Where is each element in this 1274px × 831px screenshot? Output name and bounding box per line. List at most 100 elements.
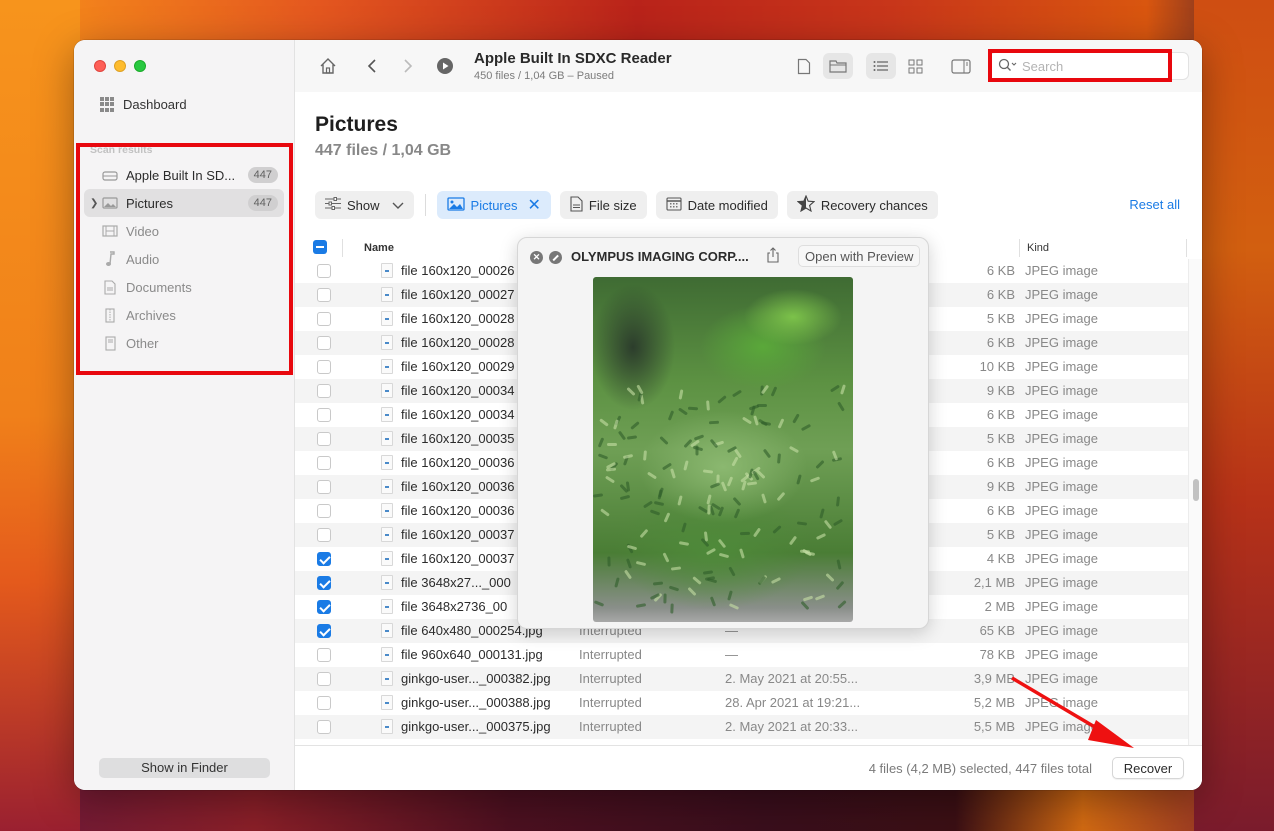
row-checkbox[interactable] — [317, 528, 331, 542]
home-icon[interactable] — [316, 54, 340, 78]
leaf-texture — [692, 445, 703, 451]
jpeg-file-icon — [381, 551, 393, 566]
row-checkbox[interactable] — [317, 288, 331, 302]
block-icon[interactable] — [549, 251, 562, 264]
leaf-texture — [753, 527, 762, 538]
folder-view-icon[interactable] — [823, 53, 853, 79]
leaf-texture — [663, 512, 671, 523]
leaf-texture — [710, 482, 721, 489]
show-label: Show — [347, 197, 380, 213]
column-header-name[interactable]: Name — [364, 242, 394, 254]
row-checkbox[interactable] — [317, 600, 331, 614]
row-checkbox[interactable] — [317, 360, 331, 374]
leaf-texture — [772, 524, 782, 534]
file-view-icon[interactable] — [789, 53, 819, 79]
show-dropdown[interactable]: Show — [315, 191, 414, 219]
list-view-icon[interactable] — [866, 53, 896, 79]
row-checkbox[interactable] — [317, 408, 331, 422]
back-icon[interactable] — [360, 54, 384, 78]
table-row[interactable]: file 960x640_000131.jpg Interrupted — 78 KB… — [295, 643, 1188, 667]
vertical-scrollbar[interactable] — [1188, 259, 1202, 745]
leaf-texture — [626, 386, 637, 396]
desktop-wallpaper-left — [0, 0, 80, 831]
leaf-texture — [607, 443, 618, 447]
remove-filter-icon[interactable]: ✕ — [528, 195, 541, 215]
filter-divider — [424, 194, 426, 216]
table-row[interactable]: ginkgo-user..._000388.jpg Interrupted 28. … — [295, 691, 1188, 715]
row-checkbox[interactable] — [317, 504, 331, 518]
zoom-window-button[interactable] — [134, 60, 146, 72]
scrollbar-thumb[interactable] — [1193, 479, 1199, 501]
jpeg-file-icon — [381, 407, 393, 422]
play-icon[interactable] — [433, 54, 457, 78]
sidebar-item-dashboard[interactable]: Dashboard — [100, 97, 187, 112]
file-kind: JPEG image — [1025, 455, 1098, 470]
file-kind: JPEG image — [1025, 527, 1098, 542]
image-icon — [446, 196, 465, 214]
leaf-texture — [802, 595, 814, 602]
file-kind: JPEG image — [1025, 431, 1098, 446]
row-checkbox[interactable] — [317, 672, 331, 686]
share-icon[interactable] — [766, 247, 780, 266]
minimize-window-button[interactable] — [114, 60, 126, 72]
jpeg-file-icon — [381, 263, 393, 278]
leaf-texture — [746, 481, 757, 486]
sliders-icon — [325, 197, 341, 213]
close-preview-icon[interactable]: ✕ — [530, 251, 543, 264]
sidebar-toggle-icon[interactable] — [946, 53, 976, 79]
row-checkbox[interactable] — [317, 648, 331, 662]
row-checkbox[interactable] — [317, 552, 331, 566]
file-name: file 160x120_00029 — [401, 359, 515, 374]
recover-button[interactable]: Recover — [1112, 757, 1184, 779]
reset-all-link[interactable]: Reset all — [1129, 197, 1180, 212]
file-name: file 160x120_00034 — [401, 383, 515, 398]
leaf-texture — [731, 389, 742, 398]
leaf-texture — [681, 521, 688, 533]
leaf-texture — [687, 406, 699, 411]
forward-icon[interactable] — [396, 54, 420, 78]
row-checkbox[interactable] — [317, 720, 331, 734]
leaf-texture — [800, 600, 810, 610]
close-window-button[interactable] — [94, 60, 106, 72]
filter-chip-pictures[interactable]: Pictures ✕ — [436, 191, 551, 219]
show-in-finder-button[interactable]: Show in Finder — [99, 758, 270, 778]
leaf-texture — [823, 519, 833, 530]
leaf-texture — [607, 556, 611, 567]
leaf-texture — [788, 536, 798, 546]
select-all-checkbox[interactable] — [313, 240, 327, 254]
row-checkbox[interactable] — [317, 336, 331, 350]
row-checkbox[interactable] — [317, 384, 331, 398]
row-checkbox[interactable] — [317, 456, 331, 470]
grid-view-icon[interactable] — [900, 53, 930, 79]
filter-chip-date-modified[interactable]: Date modified — [655, 191, 778, 219]
jpeg-file-icon — [381, 503, 393, 518]
row-checkbox[interactable] — [317, 624, 331, 638]
leaf-texture — [777, 453, 782, 464]
file-kind: JPEG image — [1025, 575, 1098, 590]
sidebar: Dashboard Scan results Apple Built In SD… — [74, 40, 295, 790]
filter-chip-recovery-chances[interactable]: Recovery chances — [786, 191, 938, 219]
footer-bar: 4 files (4,2 MB) selected, 447 files tot… — [295, 745, 1202, 790]
leaf-texture — [719, 552, 730, 559]
leaf-texture — [597, 453, 609, 460]
row-checkbox[interactable] — [317, 432, 331, 446]
row-checkbox[interactable] — [317, 576, 331, 590]
file-kind: JPEG image — [1025, 551, 1098, 566]
jpeg-file-icon — [381, 311, 393, 326]
jpeg-file-icon — [381, 359, 393, 374]
table-row[interactable]: ginkgo-user..._000382.jpg Interrupted 2. M… — [295, 667, 1188, 691]
table-row[interactable]: ginkgo-user..._000375.jpg Interrupted 2. M… — [295, 715, 1188, 739]
open-with-preview-button[interactable]: Open with Preview — [798, 245, 921, 267]
filter-chip-file-size[interactable]: File size — [559, 191, 647, 219]
row-checkbox[interactable] — [317, 480, 331, 494]
leaf-texture — [678, 389, 684, 400]
file-name: ginkgo-user..._000375.jpg — [401, 719, 551, 734]
row-checkbox[interactable] — [317, 696, 331, 710]
leaf-texture — [692, 576, 702, 586]
leaf-texture — [757, 418, 768, 427]
row-checkbox[interactable] — [317, 312, 331, 326]
leaf-texture — [670, 566, 682, 571]
column-header-kind[interactable]: Kind — [1027, 242, 1049, 254]
file-kind: JPEG image — [1025, 479, 1098, 494]
row-checkbox[interactable] — [317, 264, 331, 278]
